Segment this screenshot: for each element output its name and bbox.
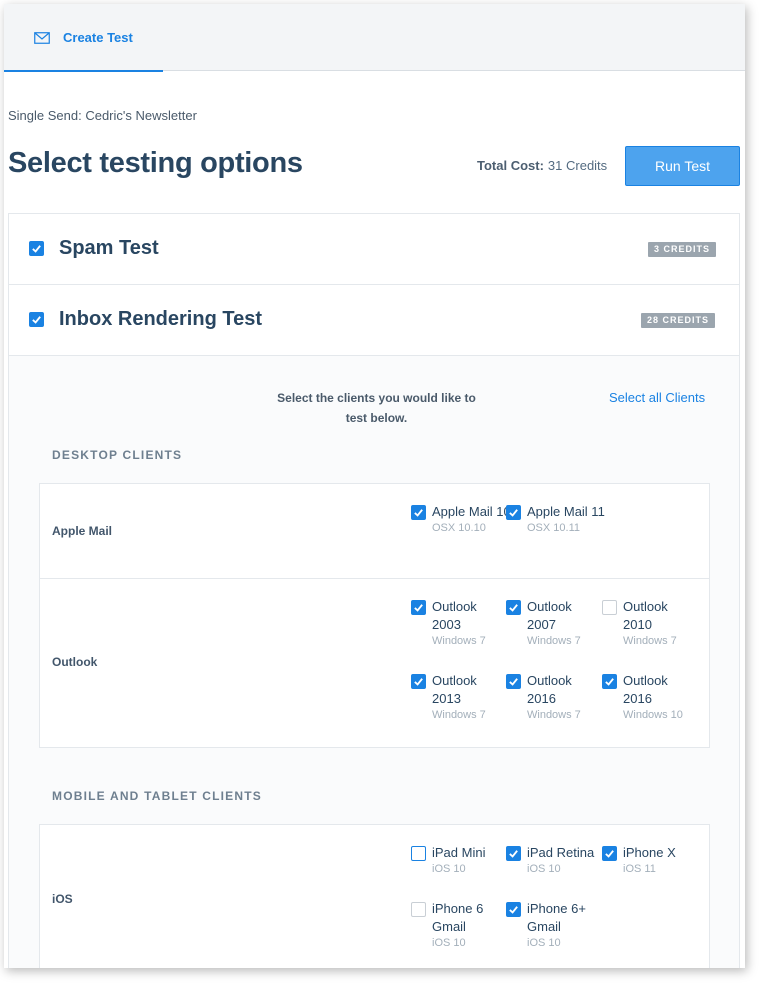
desktop-clients-box: Apple Mail Apple Mail 10 OSX 10.10 Apple …: [39, 483, 710, 748]
option-checkbox[interactable]: [411, 600, 426, 615]
option-checkbox[interactable]: [602, 674, 617, 689]
select-all-clients-link[interactable]: Select all Clients: [609, 390, 705, 405]
test-name: Inbox Rendering Test: [59, 308, 262, 330]
option-sub: iOS 10: [432, 937, 466, 949]
client-row-ios: iOS iPad Mini iOS 10 iPad Retina iOS 10 iP…: [40, 825, 709, 968]
tab-label: Create Test: [63, 29, 133, 45]
option-label: Outlook 2016: [527, 673, 572, 706]
inbox-rendering-checkbox[interactable]: [29, 312, 44, 327]
option-checkbox[interactable]: [411, 846, 426, 861]
option-label: Outlook 2016: [623, 673, 668, 706]
page-title: Select testing options: [8, 147, 303, 179]
option-sub: Windows 7: [527, 635, 581, 647]
option-checkbox[interactable]: [506, 505, 521, 520]
select-clients-prompt: Select the clients you would like to tes…: [259, 388, 494, 428]
mobile-clients-box: iOS iPad Mini iOS 10 iPad Retina iOS 10 iP…: [39, 824, 710, 968]
option-sub: Windows 7: [432, 635, 486, 647]
option-label: iPad Mini: [432, 845, 486, 860]
option-checkbox[interactable]: [506, 674, 521, 689]
client-row-outlook: Outlook Outlook 2003 Windows 7 Outlook 20…: [40, 579, 709, 747]
test-row-spam: Spam Test 3 CREDITS: [9, 214, 739, 285]
tab-create-test[interactable]: Create Test: [4, 4, 163, 72]
total-cost-value: 31 Credits: [547, 158, 608, 173]
option-checkbox[interactable]: [411, 902, 426, 917]
option-checkbox[interactable]: [411, 674, 426, 689]
option-sub: Windows 7: [623, 635, 677, 647]
option-sub: iOS 10: [527, 937, 561, 949]
client-name: Apple Mail: [52, 524, 113, 538]
test-name: Spam Test: [59, 237, 159, 259]
envelope-icon: [34, 31, 50, 44]
option-checkbox[interactable]: [602, 600, 617, 615]
spam-test-checkbox[interactable]: [29, 241, 44, 256]
run-test-button[interactable]: Run Test: [625, 146, 740, 186]
option-sub: iOS 10: [432, 863, 466, 875]
option-label: Outlook 2003: [432, 599, 477, 632]
option-sub: iOS 10: [527, 863, 561, 875]
credits-badge: 3 CREDITS: [648, 242, 717, 257]
option-label: iPad Retina: [527, 845, 595, 860]
option-label: Outlook 2013: [432, 673, 477, 706]
breadcrumb: Single Send: Cedric's Newsletter: [8, 108, 197, 123]
test-options-panel: Spam Test 3 CREDITS Inbox Rendering Test…: [8, 213, 740, 968]
test-row-inbox-rendering: Inbox Rendering Test 28 CREDITS: [9, 285, 739, 356]
select-prompt-line: Select the clients you would like to: [277, 391, 476, 405]
client-name: iOS: [52, 892, 73, 906]
option-sub: iOS 11: [623, 863, 656, 875]
client-row-apple-mail: Apple Mail Apple Mail 10 OSX 10.10 Apple …: [40, 484, 709, 579]
option-sub: Windows 10: [623, 709, 683, 721]
option-checkbox[interactable]: [411, 505, 426, 520]
mobile-clients-heading: MOBILE AND TABLET CLIENTS: [52, 789, 262, 803]
option-sub: Windows 7: [432, 709, 486, 721]
option-sub: OSX 10.10: [432, 522, 486, 534]
total-cost-label: Total Cost:: [477, 158, 544, 173]
option-label: iPhone 6 Gmail: [432, 901, 484, 934]
option-label: Outlook 2007: [527, 599, 572, 632]
option-checkbox[interactable]: [506, 902, 521, 917]
option-label: Outlook 2010: [623, 599, 668, 632]
option-checkbox[interactable]: [506, 846, 521, 861]
credits-badge: 28 CREDITS: [641, 313, 716, 328]
option-label: iPhone X: [623, 845, 676, 860]
tab-bar: Create Test: [4, 4, 745, 72]
option-sub: Windows 7: [527, 709, 581, 721]
option-checkbox[interactable]: [602, 846, 617, 861]
app-window: Create Test Single Send: Cedric's Newsle…: [4, 4, 745, 968]
select-prompt-line: test below.: [345, 411, 408, 425]
option-label: iPhone 6+ Gmail: [527, 901, 586, 934]
option-label: Apple Mail 11: [527, 504, 605, 519]
client-name: Outlook: [52, 655, 98, 669]
total-cost: Total Cost: 31 Credits: [477, 158, 607, 173]
option-checkbox[interactable]: [506, 600, 521, 615]
desktop-clients-heading: DESKTOP CLIENTS: [52, 448, 183, 462]
option-label: Apple Mail 10: [432, 504, 511, 519]
option-sub: OSX 10.11: [527, 522, 580, 534]
